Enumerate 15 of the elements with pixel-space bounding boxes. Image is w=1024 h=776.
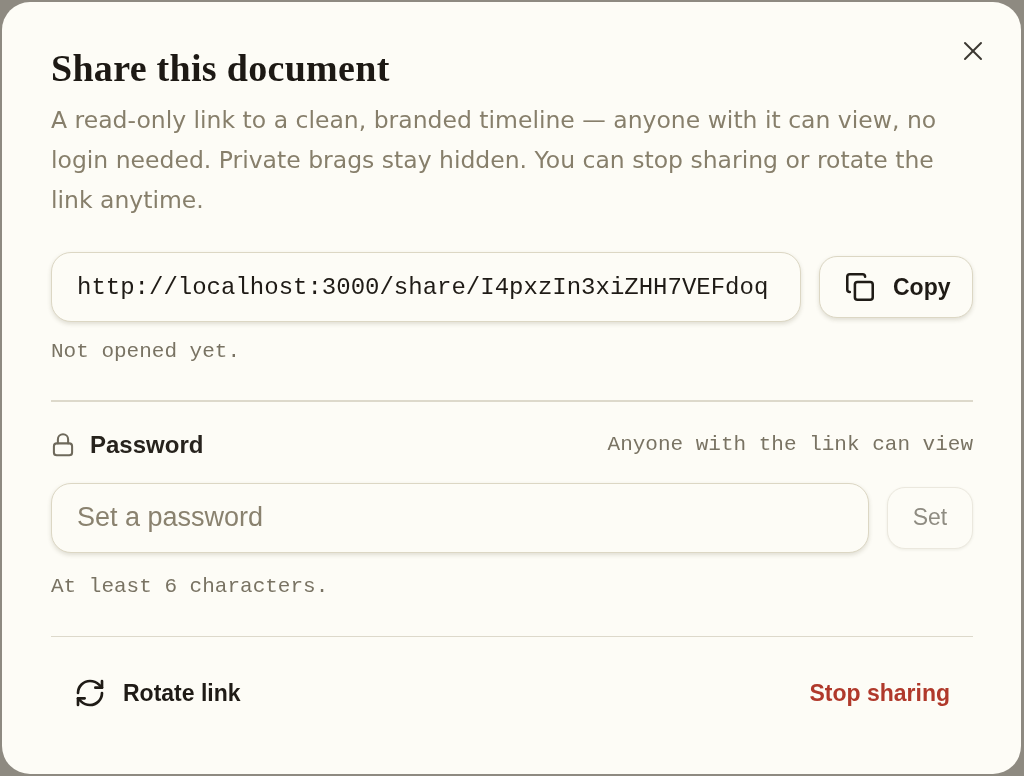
copy-button[interactable]: Copy bbox=[819, 256, 973, 318]
copy-icon bbox=[846, 273, 874, 301]
dialog-title: Share this document bbox=[51, 48, 390, 88]
dialog-description: A read-only link to a clean, branded timeline — anyone with it can view, no login needed. Private brags stay hidden. You can stop sharing or rotate the link anytime. bbox=[51, 105, 938, 216]
password-label: Password bbox=[90, 430, 204, 459]
refresh-icon bbox=[76, 679, 104, 707]
link-field[interactable]: http://localhost:3000/share/I4pxzIn3xiZHH7VEFdoq bbox=[51, 252, 801, 322]
password-hint: Anyone with the link can view bbox=[607, 432, 973, 457]
stop-sharing-button[interactable]: Stop sharing bbox=[786, 668, 973, 718]
password-helper-text: At least 6 characters. bbox=[51, 574, 329, 599]
password-field[interactable]: Set a password bbox=[51, 482, 869, 553]
rotate-link-button[interactable]: Rotate link bbox=[51, 668, 266, 718]
lock-icon bbox=[51, 432, 75, 457]
close-icon bbox=[963, 41, 983, 61]
link-status-text: Not opened yet. bbox=[51, 340, 241, 364]
